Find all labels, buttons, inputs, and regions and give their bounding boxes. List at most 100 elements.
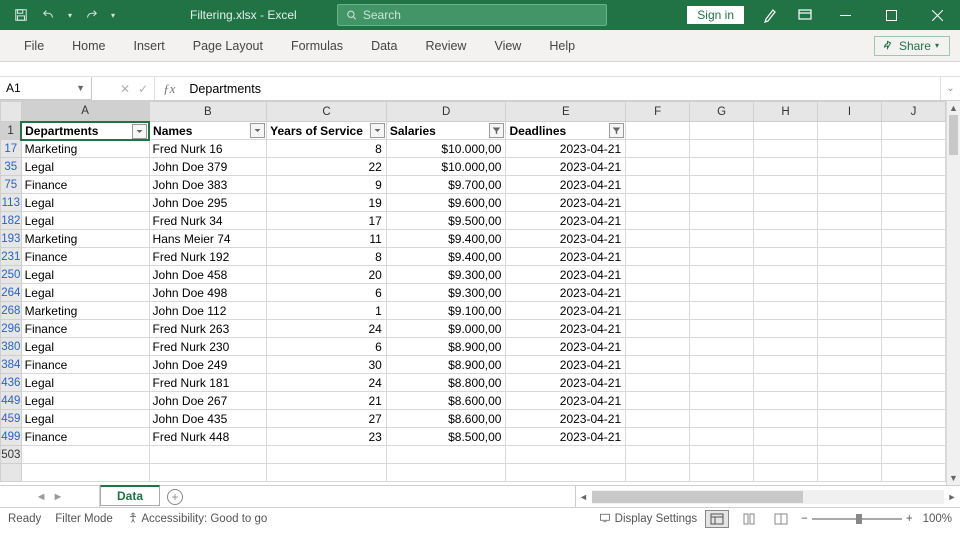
cell-empty[interactable] (626, 266, 690, 284)
cell-empty[interactable] (626, 194, 690, 212)
cell[interactable]: 30 (267, 356, 387, 374)
undo-button[interactable] (36, 3, 62, 27)
cell[interactable]: 2023-04-21 (506, 320, 626, 338)
cell[interactable]: 23 (267, 428, 387, 446)
cell-empty[interactable] (818, 266, 882, 284)
normal-view-button[interactable] (705, 510, 729, 528)
cell-empty[interactable] (149, 464, 267, 482)
coming-soon-button[interactable] (754, 0, 788, 30)
row-header-268[interactable]: 268 (1, 302, 22, 320)
cell[interactable]: Finance (21, 320, 149, 338)
cell[interactable]: 2023-04-21 (506, 230, 626, 248)
row-header-380[interactable]: 380 (1, 338, 22, 356)
tab-insert[interactable]: Insert (120, 33, 179, 59)
tab-formulas[interactable]: Formulas (277, 33, 357, 59)
row-header-113[interactable]: 113 (1, 194, 22, 212)
cell-empty[interactable] (626, 446, 690, 464)
cell-empty[interactable] (881, 392, 945, 410)
cell[interactable]: Legal (21, 284, 149, 302)
cell[interactable]: 17 (267, 212, 387, 230)
filter-button-deadlines[interactable] (609, 123, 624, 138)
tab-home[interactable]: Home (58, 33, 119, 59)
select-all-corner[interactable] (1, 102, 22, 122)
row-header-499[interactable]: 499 (1, 428, 22, 446)
cell[interactable]: Fred Nurk 263 (149, 320, 267, 338)
cell[interactable]: $8.900,00 (386, 356, 506, 374)
cell[interactable]: 19 (267, 194, 387, 212)
row-header-231[interactable]: 231 (1, 248, 22, 266)
search-input[interactable] (363, 8, 598, 22)
cell-empty[interactable] (754, 122, 818, 140)
cell-empty[interactable] (818, 122, 882, 140)
formula-input[interactable] (183, 77, 940, 100)
zoom-in-button[interactable]: + (906, 513, 913, 525)
cell-empty[interactable] (690, 230, 754, 248)
minimize-button[interactable] (822, 0, 868, 30)
cell[interactable]: 9 (267, 176, 387, 194)
cell[interactable]: $10.000,00 (386, 140, 506, 158)
cell-empty[interactable] (818, 338, 882, 356)
accessibility-status[interactable]: Accessibility: Good to go (127, 512, 267, 525)
cell-empty[interactable] (754, 410, 818, 428)
cell-empty[interactable] (626, 392, 690, 410)
cell[interactable]: 2023-04-21 (506, 248, 626, 266)
cell[interactable]: Legal (21, 392, 149, 410)
cell-empty[interactable] (506, 464, 626, 482)
cell-empty[interactable] (881, 356, 945, 374)
hscroll-thumb[interactable] (592, 491, 804, 503)
share-button[interactable]: Share ▾ (874, 36, 950, 56)
cell-empty[interactable] (881, 446, 945, 464)
cell-empty[interactable] (690, 392, 754, 410)
cell[interactable]: Finance (21, 248, 149, 266)
scroll-right-button[interactable]: ► (944, 492, 960, 502)
cell-empty[interactable] (626, 302, 690, 320)
cell-empty[interactable] (690, 176, 754, 194)
cell[interactable]: 21 (267, 392, 387, 410)
cell-empty[interactable] (881, 410, 945, 428)
cell[interactable]: 6 (267, 338, 387, 356)
header-cell-deadlines[interactable]: Deadlines (506, 122, 626, 140)
cell[interactable]: 2023-04-21 (506, 176, 626, 194)
display-settings-button[interactable]: Display Settings (599, 512, 697, 525)
scroll-left-button[interactable]: ◄ (576, 492, 592, 502)
cell[interactable]: Fred Nurk 16 (149, 140, 267, 158)
cell-empty[interactable] (754, 284, 818, 302)
cell[interactable]: 8 (267, 140, 387, 158)
cell-empty[interactable] (754, 302, 818, 320)
cell-empty[interactable] (881, 464, 945, 482)
page-layout-view-button[interactable] (737, 510, 761, 528)
cell-empty[interactable] (818, 302, 882, 320)
cell-empty[interactable] (754, 464, 818, 482)
cell-empty[interactable] (386, 446, 506, 464)
cell[interactable]: 24 (267, 374, 387, 392)
cell-empty[interactable] (818, 158, 882, 176)
row-header-182[interactable]: 182 (1, 212, 22, 230)
cell[interactable]: $9.500,00 (386, 212, 506, 230)
cell-empty[interactable] (754, 248, 818, 266)
cell[interactable]: Fred Nurk 230 (149, 338, 267, 356)
row-header-17[interactable]: 17 (1, 140, 22, 158)
header-cell-years-of-service[interactable]: Years of Service (267, 122, 387, 140)
cell-empty[interactable] (881, 284, 945, 302)
cell-empty[interactable] (626, 374, 690, 392)
cell[interactable]: $9.100,00 (386, 302, 506, 320)
cell-empty[interactable] (690, 338, 754, 356)
cell-empty[interactable] (626, 428, 690, 446)
zoom-slider[interactable] (812, 518, 902, 520)
page-break-view-button[interactable] (769, 510, 793, 528)
cell-empty[interactable] (754, 194, 818, 212)
save-button[interactable] (8, 3, 34, 27)
row-header-blank[interactable] (1, 464, 22, 482)
cell-empty[interactable] (818, 464, 882, 482)
sign-in-button[interactable]: Sign in (687, 6, 744, 24)
cell-empty[interactable] (626, 140, 690, 158)
cell-empty[interactable] (881, 176, 945, 194)
cell-empty[interactable] (754, 320, 818, 338)
cell-empty[interactable] (626, 320, 690, 338)
cell[interactable]: 2023-04-21 (506, 158, 626, 176)
cell-empty[interactable] (626, 230, 690, 248)
cell-empty[interactable] (754, 212, 818, 230)
cell-empty[interactable] (881, 212, 945, 230)
cell[interactable]: 11 (267, 230, 387, 248)
zoom-out-button[interactable]: − (801, 513, 808, 525)
